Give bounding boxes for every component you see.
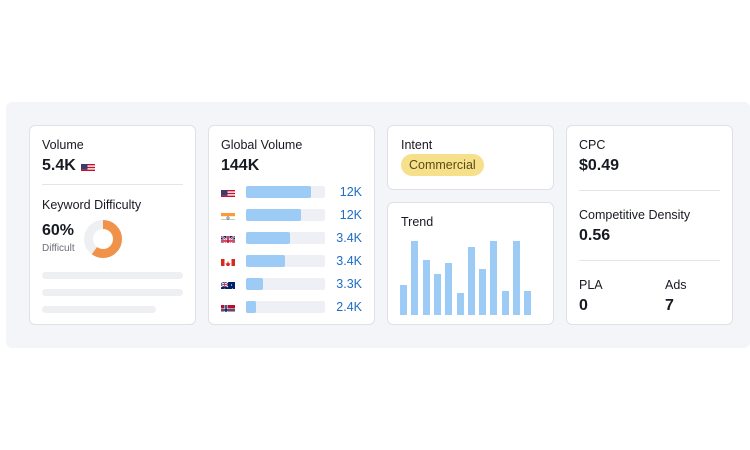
ads-label: Ads [665,278,687,292]
volume-bar-fill [246,186,311,198]
keyword-overview-panel: Volume 5.4K Keyword Difficulty 60% Diffi… [6,102,750,348]
skeleton-line [42,306,156,313]
trend-chart [388,203,555,326]
density-divider [579,260,720,261]
country-volume: 12K [339,185,362,199]
intent-badge: Commercial [401,154,484,176]
skeleton-line [42,289,183,296]
cpc-value: $0.49 [579,157,620,174]
country-volume: 3.4K [336,231,362,245]
country-volume: 3.3K [336,277,362,291]
trend-bar [490,241,498,315]
volume-bar [246,301,325,313]
global-volume-label: Global Volume [221,138,303,152]
volume-bar [246,255,325,267]
pla-label: PLA [579,278,603,292]
volume-bar [246,186,325,198]
volume-card: Volume 5.4K Keyword Difficulty 60% Diffi… [29,125,196,325]
volume-bar-fill [246,209,302,221]
competitive-density-value: 0.56 [579,227,611,244]
volume-bar [246,278,325,290]
keyword-difficulty-label: Keyword Difficulty [42,198,142,212]
volume-bar-fill [246,232,291,244]
trend-bar [513,241,520,315]
global-volume-card: Global Volume 144K 12K 12K 3.4K 3.4K 3.3… [208,125,375,325]
cpc-divider [579,190,720,191]
cpc-label: CPC [579,138,606,152]
volume-bar [246,232,325,244]
us-flag-icon [221,187,235,197]
ads-value: 7 [665,297,674,314]
volume-bar [246,209,325,221]
volume-bar-fill [246,301,257,313]
au-flag-icon [221,279,235,289]
trend-card: Trend [387,202,554,325]
trend-bar [456,292,464,315]
trend-bar [467,246,475,315]
volume-value: 5.4K [42,157,76,174]
volume-bar-fill [246,278,263,290]
gb-flag-icon [221,233,235,243]
volume-bar-fill [246,255,285,267]
competitive-density-label: Competitive Density [579,208,691,222]
no-flag-icon [221,302,235,312]
trend-bar [422,259,430,315]
intent-card: Intent Commercial [387,125,554,190]
pla-value: 0 [579,297,588,314]
intent-label: Intent [401,138,433,152]
ca-flag-icon [221,256,235,266]
keyword-difficulty-level: Difficult [42,243,75,254]
trend-bar [501,291,509,315]
country-volume: 12K [339,208,362,222]
trend-bar [479,269,487,315]
us-flag-icon [81,161,95,171]
keyword-difficulty-value: 60% [42,222,75,239]
country-volume: 3.4K [336,254,362,268]
skeleton-line [42,272,183,279]
trend-bar [524,291,532,315]
trend-bar [433,274,441,315]
trend-bar [445,263,453,315]
cpc-card: CPC $0.49 Competitive Density 0.56 PLA 0… [566,125,733,325]
trend-bar [411,241,419,315]
trend-bar [400,285,407,315]
volume-divider [42,184,183,185]
volume-label: Volume [42,138,84,152]
country-volume: 2.4K [336,300,362,314]
keyword-difficulty-donut [84,220,122,258]
in-flag-icon [221,210,235,220]
global-volume-value: 144K [221,157,260,174]
